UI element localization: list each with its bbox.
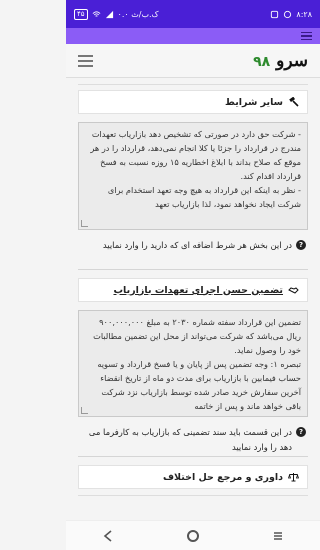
home-icon[interactable] (178, 526, 208, 546)
section-header-guarantee[interactable]: تضمین حسن اجرای تعهدات بازاریاب (78, 278, 308, 302)
other-terms-textarea[interactable]: - شرکت حق دارد در صورتی که تشخیص دهد باز… (78, 122, 308, 230)
section-title: تضمین حسن اجرای تعهدات بازاریاب (113, 284, 284, 296)
recents-icon[interactable] (263, 526, 293, 546)
guarantee-hint: ? در این قسمت باید سند تضمینی که بازاریا… (78, 423, 308, 457)
section-title: سایر شرایط (225, 96, 283, 108)
notification-icon (271, 10, 279, 18)
guarantee-textarea[interactable]: تضمین این قرارداد سفته شماره ۲۰۳۰ به مبل… (78, 310, 308, 417)
question-icon: ? (296, 240, 306, 250)
other-terms-text: - شرکت حق دارد در صورتی که تشخیص دهد باز… (90, 129, 301, 209)
system-navigation-bar (66, 520, 320, 550)
app-notification-icon (284, 10, 292, 18)
resize-handle-icon[interactable] (81, 407, 88, 414)
scale-icon (288, 472, 299, 483)
app-header: سرو ۹۸ (66, 44, 320, 78)
app-logo[interactable]: سرو ۹۸ (253, 51, 308, 71)
card-edge (78, 495, 308, 505)
hamburger-menu-icon[interactable] (78, 54, 93, 67)
hammer-icon (288, 97, 299, 108)
battery-indicator: ۴۵ (74, 8, 88, 20)
network-speed: ۰.۰ ک.ب/ث (117, 9, 159, 19)
resize-handle-icon[interactable] (81, 220, 88, 227)
contract-form: سایر شرایط - شرکت حق دارد در صورتی که تش… (66, 78, 320, 505)
clock: ۸:۲۸ (296, 9, 312, 19)
other-terms-hint: ? در این بخش هر شرط اضافه ای که دارید را… (78, 236, 308, 270)
back-icon[interactable] (93, 526, 123, 546)
logo-number: ۹۸ (253, 53, 271, 70)
question-icon: ? (296, 427, 306, 437)
section-title: داوری و مرجع حل اختلاف (162, 471, 283, 483)
card-edge (78, 82, 308, 85)
logo-word: سرو (276, 50, 308, 71)
guarantee-text: تضمین این قرارداد سفته شماره ۲۰۳۰ به مبل… (93, 317, 301, 411)
status-bar: ۴۵ ۰.۰ ک.ب/ث ۸:۲۸ (66, 0, 320, 28)
wifi-icon (92, 10, 100, 17)
handshake-icon (288, 285, 299, 296)
hint-text: در این قسمت باید سند تضمینی که بازاریاب … (88, 427, 292, 452)
strip-menu-icon[interactable] (301, 31, 312, 41)
signal-icon (105, 10, 113, 18)
section-header-arbitration[interactable]: داوری و مرجع حل اختلاف (78, 465, 308, 489)
section-header-other-terms[interactable]: سایر شرایط (78, 90, 308, 114)
hint-text: در این بخش هر شرط اضافه ای که دارید را و… (102, 240, 292, 250)
browser-strip (66, 28, 320, 44)
